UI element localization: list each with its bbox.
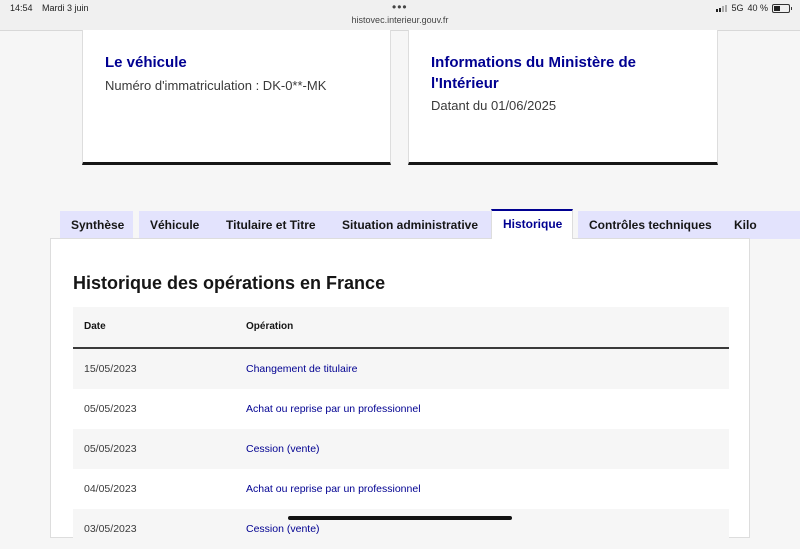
- registration-number: Numéro d'immatriculation : DK-0**-MK: [105, 78, 327, 93]
- tab-bar: Synthèse Véhicule Titulaire et Titre Sit…: [60, 209, 800, 239]
- header-operation: Opération: [246, 321, 294, 332]
- tab-historique[interactable]: Historique: [491, 209, 573, 239]
- battery-level: [774, 5, 780, 11]
- table-row: 05/05/2023 Cession (vente): [73, 429, 729, 469]
- row-operation-link[interactable]: Achat ou reprise par un professionnel: [246, 469, 421, 509]
- address-bar[interactable]: histovec.interieur.gouv.fr: [0, 15, 800, 25]
- vehicle-card: Le véhicule Numéro d'immatriculation : D…: [82, 30, 391, 165]
- row-operation-link[interactable]: Changement de titulaire: [246, 349, 358, 389]
- battery-icon: [772, 3, 792, 13]
- table-row: 05/05/2023 Achat ou reprise par un profe…: [73, 389, 729, 429]
- history-table: Date Opération 15/05/2023 Changement de …: [73, 307, 729, 549]
- status-date: Mardi 3 juin: [42, 3, 89, 13]
- status-bar: 14:54 Mardi 3 juin ••• histovec.interieu…: [0, 0, 800, 31]
- table-row: 04/05/2023 Achat ou reprise par un profe…: [73, 469, 729, 509]
- history-title: Historique des opérations en France: [73, 273, 386, 293]
- row-operation-link[interactable]: Achat ou reprise par un professionnel: [246, 389, 421, 429]
- ministry-card: Informations du Ministère de l'Intérieur…: [408, 30, 718, 165]
- status-indicators: 5G 40 %: [716, 3, 792, 13]
- data-date: Datant du 01/06/2025: [431, 98, 557, 113]
- vehicle-card-title: Le véhicule: [105, 54, 187, 71]
- history-panel: Historique des opérations en France Date…: [50, 238, 750, 549]
- ministry-card-title: Informations du Ministère de l'Intérieur: [431, 54, 637, 92]
- tab-synthese[interactable]: Synthèse: [60, 211, 133, 239]
- row-date: 03/05/2023: [84, 523, 137, 535]
- row-date: 04/05/2023: [84, 483, 137, 495]
- network-label: 5G: [731, 3, 744, 13]
- row-date: 15/05/2023: [84, 363, 137, 375]
- battery-percent: 40 %: [747, 3, 768, 13]
- table-row: 15/05/2023 Changement de titulaire: [73, 349, 729, 389]
- table-header: Date Opération: [73, 307, 729, 349]
- tab-kilometrage[interactable]: Kilo: [723, 211, 800, 239]
- row-date: 05/05/2023: [84, 403, 137, 415]
- header-date: Date: [84, 321, 106, 332]
- row-operation-link[interactable]: Cession (vente): [246, 429, 320, 469]
- status-time: 14:54: [10, 3, 33, 13]
- home-indicator[interactable]: [288, 516, 512, 520]
- row-operation-link[interactable]: Cession (vente): [246, 509, 320, 549]
- multitask-dots-icon[interactable]: •••: [392, 0, 408, 14]
- signal-icon: [716, 4, 728, 12]
- row-date: 05/05/2023: [84, 443, 137, 455]
- table-row: 03/05/2023 Cession (vente): [73, 509, 729, 549]
